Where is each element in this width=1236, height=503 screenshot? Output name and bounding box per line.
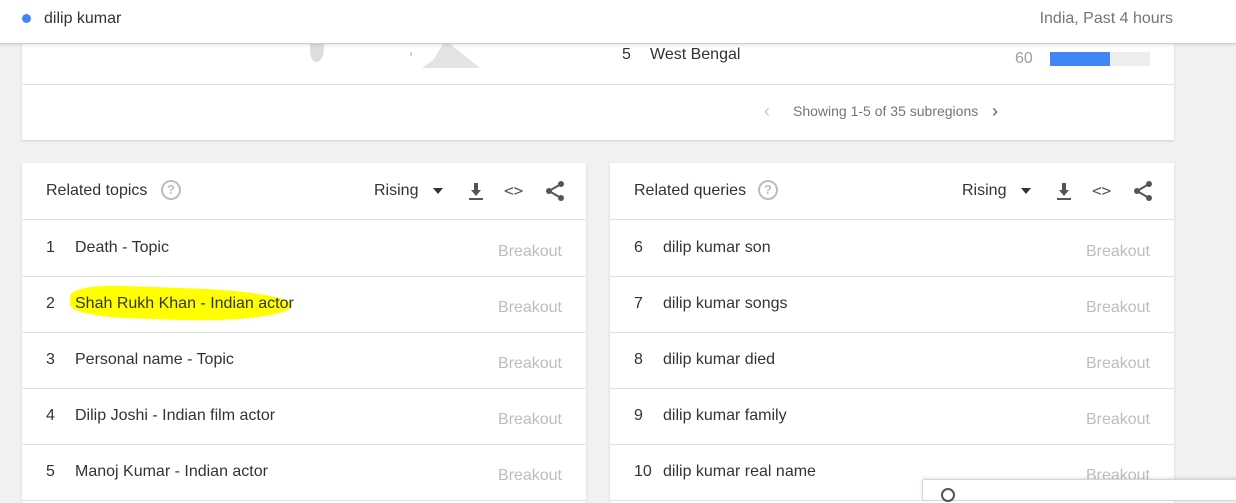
- list-item[interactable]: 8 dilip kumar died Breakout: [610, 332, 1174, 389]
- item-rank: 1: [46, 239, 55, 256]
- item-label[interactable]: dilip kumar family: [663, 407, 787, 425]
- search-header: dilip kumar India, Past 4 hours: [0, 0, 1236, 44]
- item-value: Breakout: [1085, 355, 1150, 372]
- item-rank: 4: [46, 407, 55, 424]
- item-rank: 7: [634, 295, 643, 312]
- item-label[interactable]: Personal name - Topic: [75, 351, 234, 369]
- subregion-bar-fill: [1050, 52, 1110, 66]
- list-item[interactable]: 4 Dilip Joshi - Indian film actor Breako…: [22, 388, 586, 445]
- map-region-shape: [422, 40, 480, 68]
- item-value: Breakout: [497, 243, 562, 260]
- item-rank: 5: [46, 463, 55, 480]
- item-rank: 8: [634, 351, 643, 368]
- item-value: Breakout: [497, 411, 562, 428]
- list-item[interactable]: 2 Shah Rukh Khan - Indian actor Breakout: [22, 276, 586, 333]
- item-label[interactable]: dilip kumar son: [663, 239, 771, 257]
- term-color-dot: [22, 14, 31, 23]
- download-icon[interactable]: [1056, 182, 1072, 202]
- subregion-rank: 5: [622, 46, 631, 63]
- item-rank: 9: [634, 407, 643, 424]
- sort-dropdown[interactable]: Rising: [374, 182, 418, 200]
- search-term[interactable]: dilip kumar: [44, 10, 121, 28]
- item-value: Breakout: [497, 355, 562, 372]
- search-icon[interactable]: [941, 488, 955, 502]
- panel-title: Related queries: [634, 182, 747, 199]
- divider: [22, 84, 1174, 85]
- pager-status: Showing 1-5 of 35 subregions: [793, 103, 979, 119]
- chevron-left-icon[interactable]: ‹: [764, 102, 770, 120]
- sort-dropdown[interactable]: Rising: [962, 182, 1006, 200]
- share-icon[interactable]: [1132, 180, 1154, 202]
- item-rank: 10: [634, 463, 652, 480]
- item-label[interactable]: dilip kumar died: [663, 351, 775, 369]
- item-value: Breakout: [1085, 243, 1150, 260]
- item-label[interactable]: Manoj Kumar - Indian actor: [75, 463, 268, 481]
- download-icon[interactable]: [468, 182, 484, 202]
- subregion-bar: [1050, 52, 1150, 66]
- corner-popup[interactable]: [922, 479, 1236, 502]
- embed-icon[interactable]: <>: [504, 181, 523, 200]
- list-item[interactable]: 3 Personal name - Topic Breakout: [22, 332, 586, 389]
- item-rank: 6: [634, 239, 643, 256]
- panel-title: Related topics: [46, 182, 148, 199]
- item-label[interactable]: Death - Topic: [75, 239, 169, 257]
- region-time-filter[interactable]: India, Past 4 hours: [1040, 10, 1173, 28]
- caret-down-icon[interactable]: [433, 188, 443, 194]
- list-item[interactable]: 7 dilip kumar songs Breakout: [610, 276, 1174, 333]
- share-icon[interactable]: [544, 180, 566, 202]
- embed-icon[interactable]: <>: [1092, 181, 1111, 200]
- related-topics-panel: Related topics ? Rising <> 1 Death - Top…: [22, 163, 586, 503]
- chevron-right-icon[interactable]: ›: [992, 102, 998, 120]
- list-item[interactable]: 9 dilip kumar family Breakout: [610, 388, 1174, 445]
- item-value: Breakout: [497, 467, 562, 484]
- item-label[interactable]: Dilip Joshi - Indian film actor: [75, 407, 275, 425]
- item-value: Breakout: [1085, 299, 1150, 316]
- item-rank: 3: [46, 351, 55, 368]
- item-label[interactable]: dilip kumar real name: [663, 463, 816, 481]
- subregion-name[interactable]: West Bengal: [650, 46, 740, 64]
- panel-header: Related topics ? Rising <>: [22, 163, 586, 220]
- list-item[interactable]: 6 dilip kumar son Breakout: [610, 220, 1174, 277]
- panel-header: Related queries ? Rising <>: [610, 163, 1174, 220]
- related-queries-panel: Related queries ? Rising <> 6 dilip kuma…: [610, 163, 1174, 503]
- caret-down-icon[interactable]: [1021, 188, 1031, 194]
- item-label[interactable]: dilip kumar songs: [663, 295, 788, 313]
- subregion-value: 60: [1015, 50, 1033, 67]
- help-icon[interactable]: ?: [758, 180, 778, 200]
- item-rank: 2: [46, 295, 55, 312]
- help-icon[interactable]: ?: [161, 180, 181, 200]
- list-item[interactable]: 5 Manoj Kumar - Indian actor Breakout: [22, 444, 586, 501]
- item-value: Breakout: [1085, 411, 1150, 428]
- item-label[interactable]: Shah Rukh Khan - Indian actor: [75, 295, 294, 313]
- map-region-shape: [410, 52, 412, 56]
- list-item[interactable]: 1 Death - Topic Breakout: [22, 220, 586, 277]
- item-value: Breakout: [497, 299, 562, 316]
